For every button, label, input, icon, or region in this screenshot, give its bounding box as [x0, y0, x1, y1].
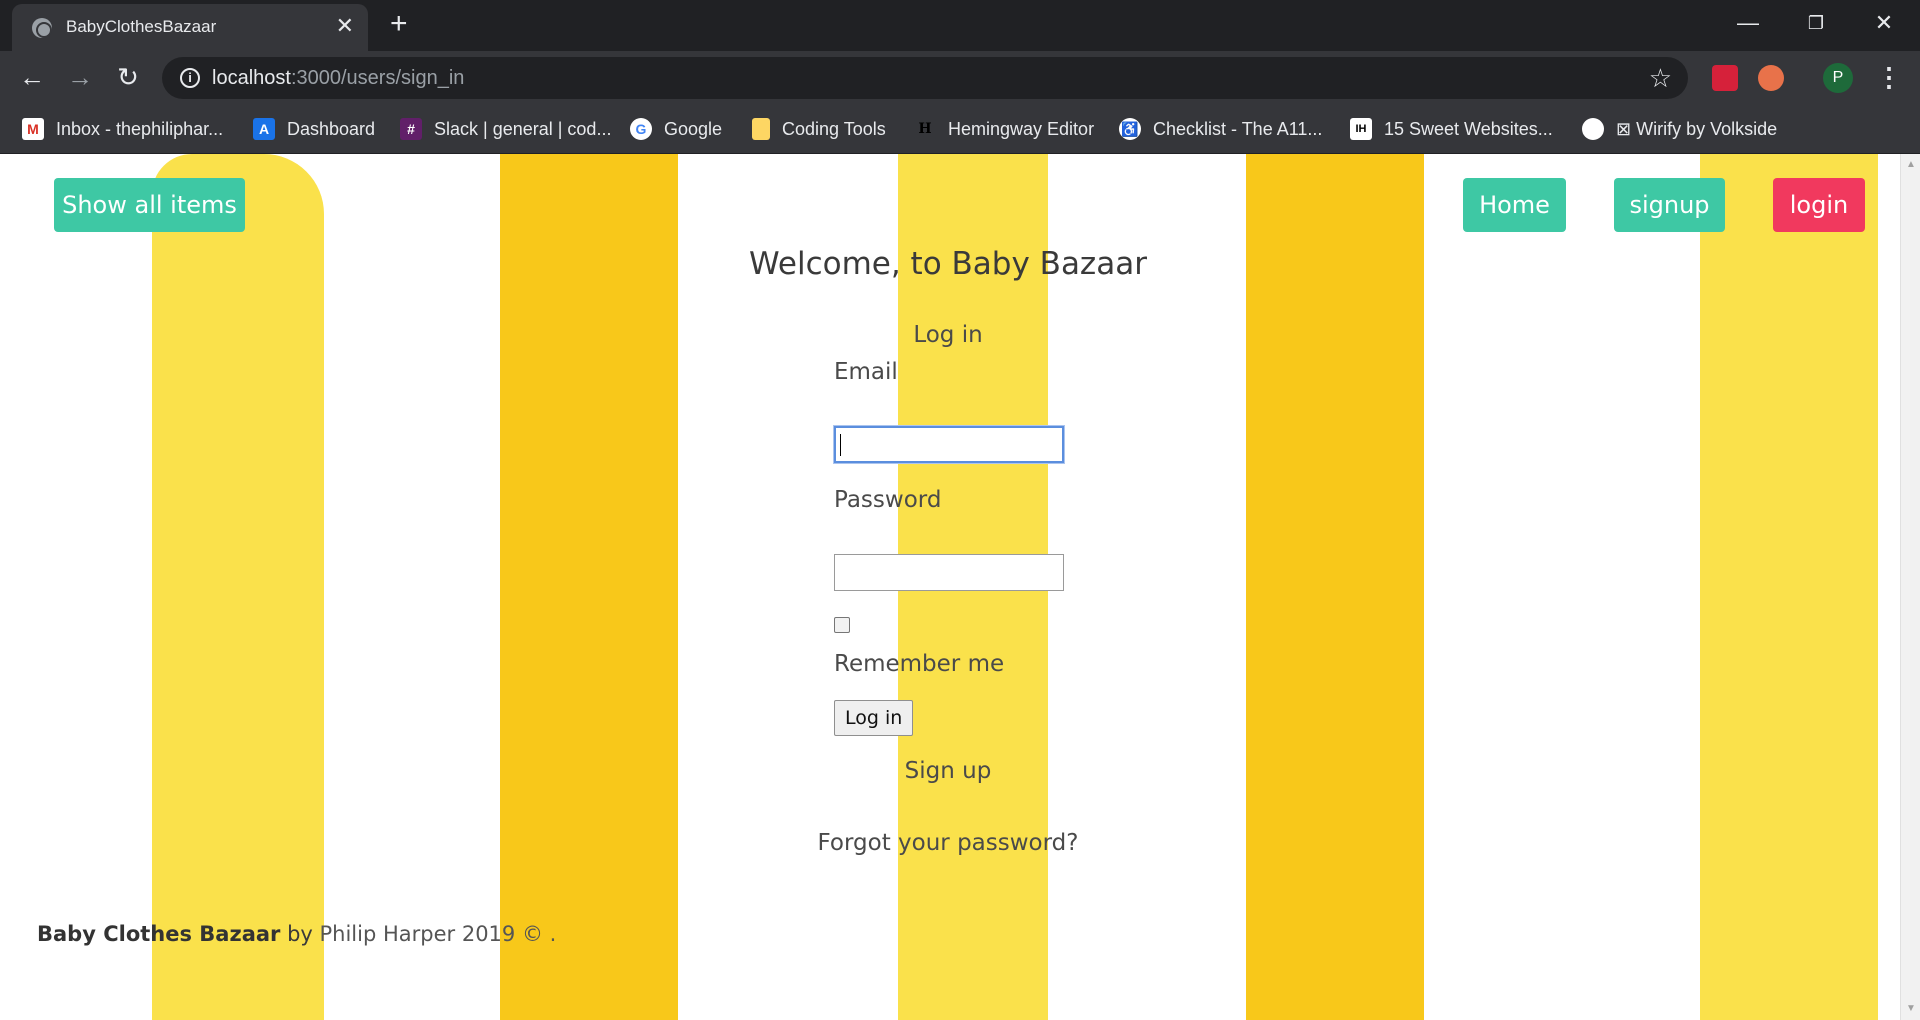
bookmark-item[interactable]: G Google	[630, 116, 722, 142]
forward-icon[interactable]: →	[64, 61, 96, 93]
bookmark-label: Hemingway Editor	[948, 118, 1095, 139]
bookmark-item[interactable]: ♿ Checklist - The A11...	[1119, 116, 1322, 142]
footer-author: Philip Harper 2019 © .	[319, 922, 557, 946]
browser-toolbar: ← → ↻ i localhost:3000/users/sign_in ☆ P…	[0, 51, 1920, 104]
login-button[interactable]: login	[1773, 178, 1865, 232]
bookmark-label: Slack | general | cod...	[434, 118, 612, 139]
bookmark-item[interactable]: H Hemingway Editor	[914, 116, 1094, 142]
footer: Baby Clothes Bazaar by Philip Harper 201…	[37, 922, 556, 946]
pocket-extension-icon[interactable]	[1712, 65, 1738, 91]
globe-icon	[32, 18, 52, 38]
footer-brand: Baby Clothes Bazaar	[37, 922, 281, 946]
log-in-submit-button[interactable]: Log in	[834, 700, 914, 736]
slack-icon: #	[400, 118, 422, 140]
dashboard-icon: A	[253, 118, 275, 140]
page-scrollbar[interactable]: ▲ ▼	[1900, 154, 1920, 1020]
gmail-icon: M	[22, 118, 44, 140]
remember-me-label: Remember me	[834, 651, 1005, 677]
bookmark-label: Google	[664, 118, 723, 139]
close-tab-icon[interactable]: ✕	[336, 14, 354, 38]
email-label: Email	[834, 359, 898, 385]
bookmark-label: Dashboard	[287, 118, 376, 139]
avatar[interactable]: P	[1823, 63, 1853, 93]
password-label: Password	[834, 487, 942, 513]
forgot-password-link[interactable]: Forgot your password?	[0, 830, 1896, 856]
bookmark-item[interactable]: ⊠ Wirify by Volkside	[1582, 116, 1777, 142]
form-title: Log in	[913, 322, 983, 348]
globe-icon	[1582, 118, 1604, 140]
bookmark-star-icon[interactable]: ☆	[1649, 63, 1672, 94]
bookmark-item[interactable]: IH 15 Sweet Websites...	[1350, 116, 1553, 142]
show-all-items-button[interactable]: Show all items	[54, 178, 245, 232]
bookmark-label: Inbox - thephiliphar...	[56, 118, 224, 139]
background-stripe	[1700, 154, 1878, 1020]
back-icon[interactable]: ←	[16, 61, 48, 93]
close-window-icon[interactable]: ✕	[1864, 6, 1904, 40]
footer-by: by	[280, 922, 320, 946]
accessibility-icon: ♿	[1119, 118, 1141, 140]
bookmark-label: 15 Sweet Websites...	[1384, 118, 1553, 139]
sign-up-link[interactable]: Sign up	[0, 758, 1896, 784]
url-text: localhost:3000/users/sign_in	[212, 67, 465, 89]
bookmark-item[interactable]: Coding Tools	[752, 116, 886, 142]
reload-icon[interactable]: ↻	[112, 61, 144, 93]
browser-tab[interactable]: BabyClothesBazaar ✕	[12, 4, 368, 51]
background-stripe	[152, 154, 324, 1020]
text-caret	[840, 434, 841, 456]
extension-icon[interactable]	[1758, 65, 1784, 91]
bookmark-item[interactable]: # Slack | general | cod...	[400, 116, 611, 142]
minimize-icon[interactable]: —	[1728, 6, 1768, 40]
bookmark-item[interactable]: M Inbox - thephiliphar...	[22, 116, 223, 142]
bookmark-label: ⊠ Wirify by Volkside	[1616, 118, 1778, 139]
hemingway-icon: H	[914, 118, 936, 140]
background-stripe	[500, 154, 678, 1020]
background-stripe	[1246, 154, 1424, 1020]
restore-icon[interactable]: ❐	[1796, 6, 1836, 40]
bookmark-item[interactable]: A Dashboard	[253, 116, 375, 142]
google-icon: G	[630, 118, 652, 140]
password-field[interactable]	[834, 554, 1064, 591]
scroll-down-icon[interactable]: ▼	[1901, 1000, 1920, 1018]
folder-icon	[752, 118, 770, 140]
menu-icon[interactable]: ⋮	[1876, 61, 1902, 93]
ih-icon: IH	[1350, 118, 1372, 140]
info-icon[interactable]: i	[180, 68, 200, 88]
signup-button[interactable]: signup	[1614, 178, 1725, 232]
tab-title: BabyClothesBazaar	[66, 17, 217, 36]
scroll-up-icon[interactable]: ▲	[1901, 156, 1920, 174]
home-button[interactable]: Home	[1463, 178, 1566, 232]
tab-strip: BabyClothesBazaar ✕ + — ❐ ✕	[0, 0, 1920, 51]
page-viewport: Show all items Home signup login Welcome…	[0, 154, 1900, 1020]
remember-me-checkbox[interactable]	[834, 617, 850, 633]
bookmarks-bar: M Inbox - thephiliphar... A Dashboard # …	[0, 104, 1920, 154]
page-title: Welcome, to Baby Bazaar	[749, 246, 1147, 282]
new-tab-icon[interactable]: +	[390, 8, 408, 40]
email-field[interactable]	[834, 426, 1064, 463]
bookmark-label: Coding Tools	[782, 118, 886, 139]
address-bar[interactable]: i localhost:3000/users/sign_in ☆	[162, 57, 1688, 99]
bookmark-label: Checklist - The A11...	[1153, 118, 1323, 139]
